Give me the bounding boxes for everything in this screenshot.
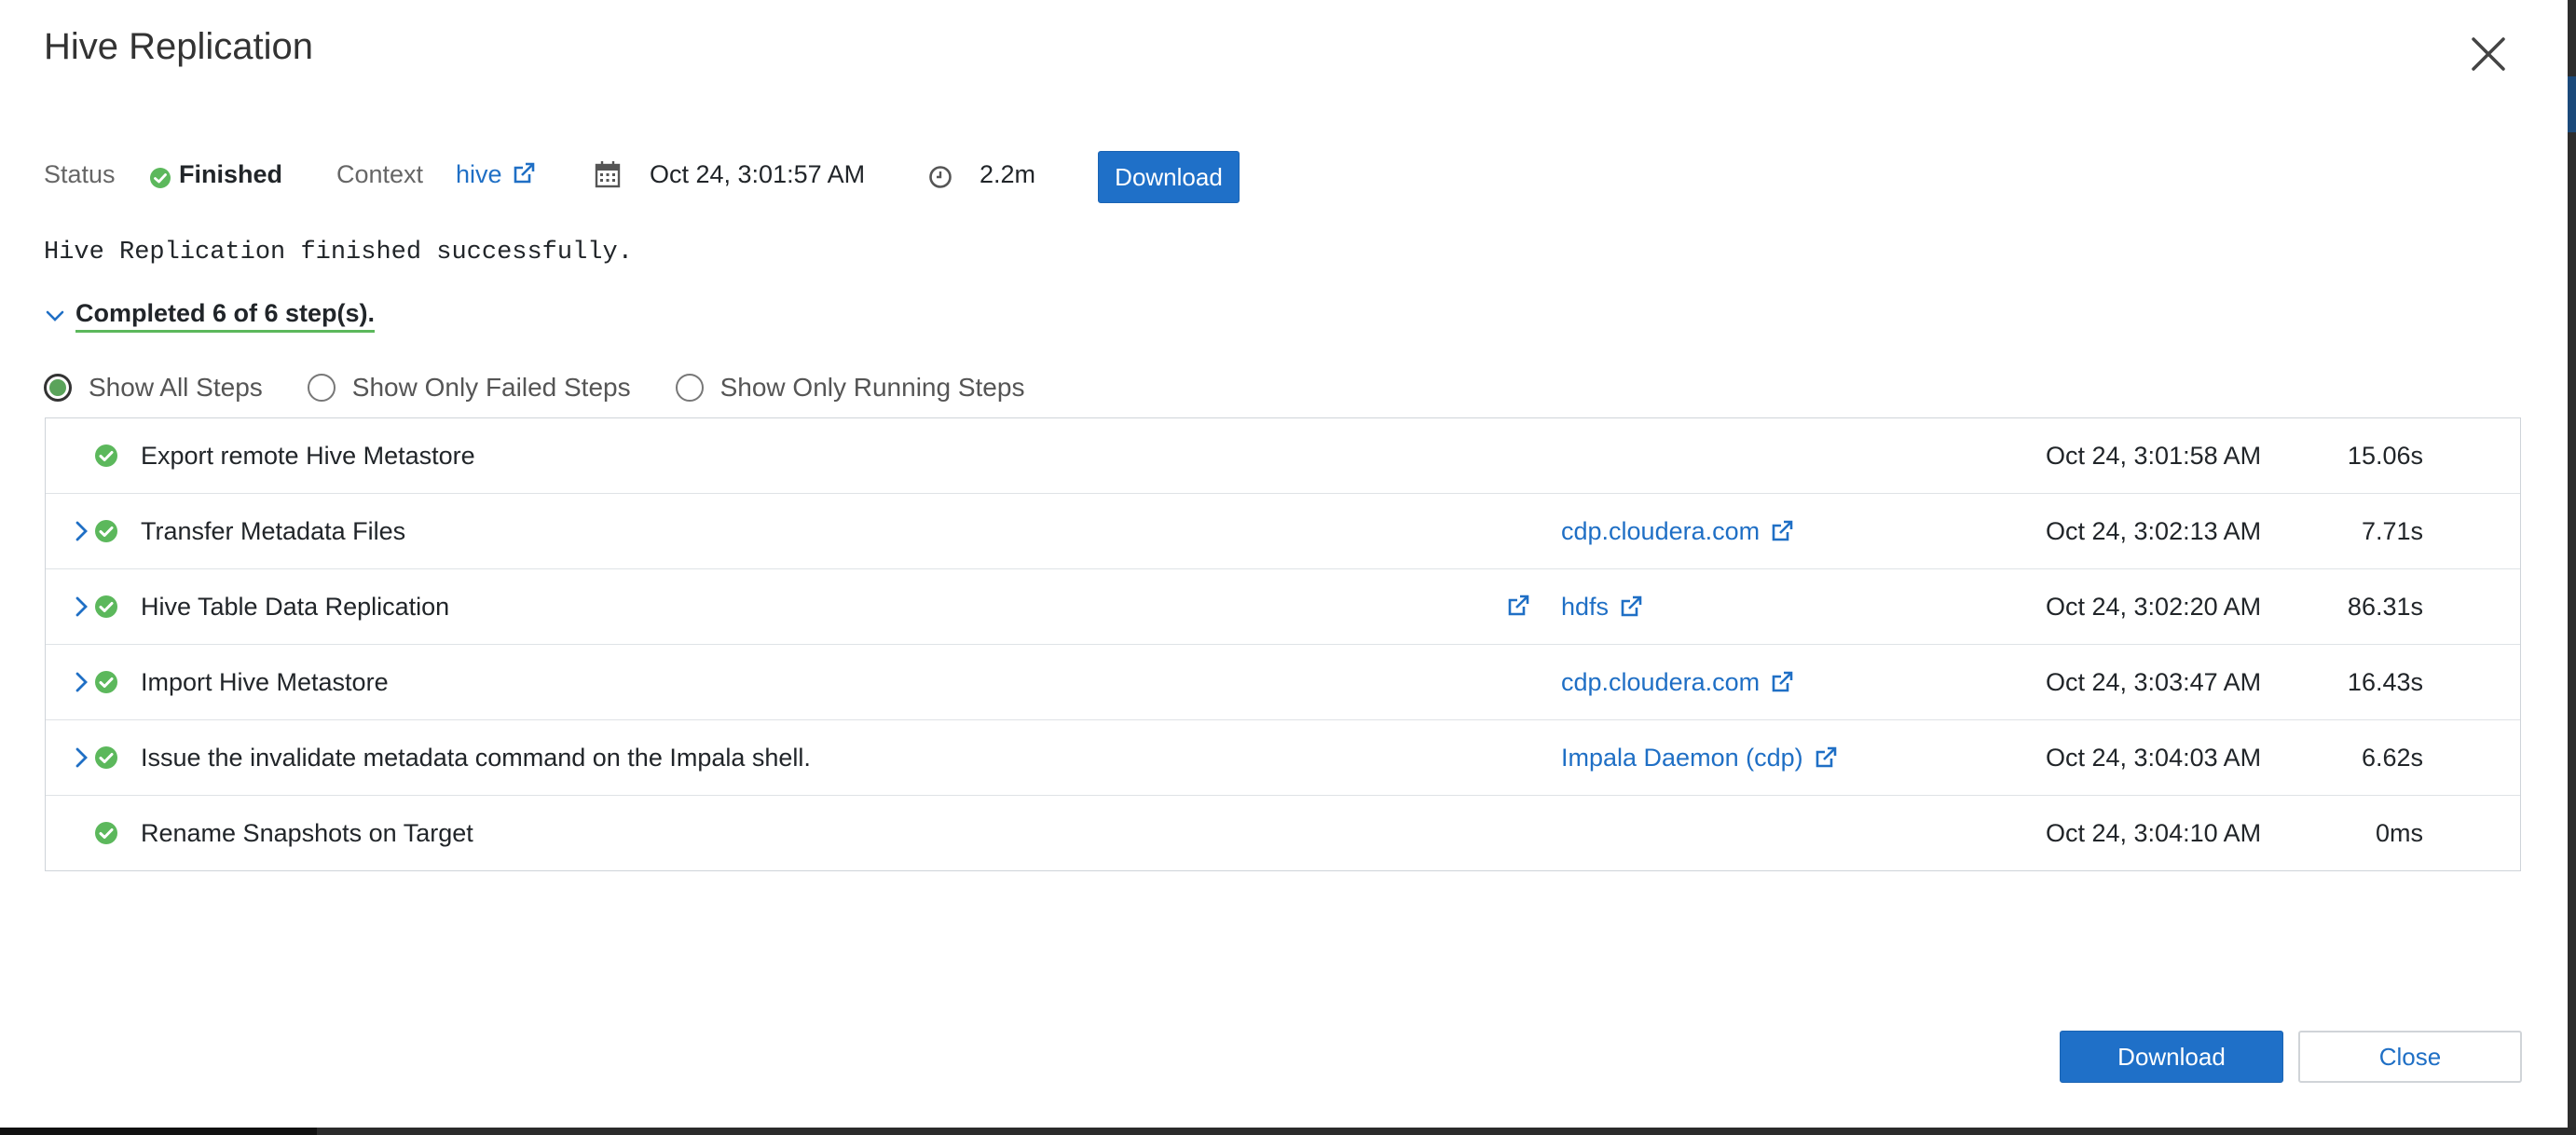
result-message: Hive Replication finished successfully. bbox=[44, 239, 633, 267]
step-filter-group: Show All Steps Show Only Failed Steps Sh… bbox=[44, 369, 1069, 406]
steps-summary[interactable]: Completed 6 of 6 step(s). bbox=[44, 296, 376, 335]
summary-text: Completed 6 of 6 step(s). bbox=[75, 299, 376, 333]
table-row: Transfer Metadata Files cdp.cloudera.com… bbox=[46, 494, 2520, 569]
filter-running-label: Show Only Running Steps bbox=[719, 373, 1025, 402]
status-value: Finished bbox=[179, 160, 283, 188]
step-duration: 15.06s bbox=[2347, 442, 2423, 470]
success-icon bbox=[94, 670, 118, 694]
step-context-link[interactable]: cdp.cloudera.com bbox=[1561, 645, 1795, 719]
chevron-down-icon bbox=[46, 310, 64, 321]
success-icon bbox=[94, 444, 118, 468]
table-row: Export remote Hive Metastore Oct 24, 3:0… bbox=[46, 418, 2520, 494]
step-name: Hive Table Data Replication bbox=[141, 593, 450, 621]
table-row: Hive Table Data Replication hdfs Oct 24,… bbox=[46, 569, 2520, 645]
context-label: Context bbox=[336, 160, 424, 188]
step-time: Oct 24, 3:03:47 AM bbox=[2046, 668, 2262, 696]
step-context-link[interactable]: Impala Daemon (cdp) bbox=[1561, 720, 1839, 795]
step-time: Oct 24, 3:04:10 AM bbox=[2046, 819, 2262, 847]
step-name: Transfer Metadata Files bbox=[141, 517, 406, 545]
duration-value: 2.2m bbox=[980, 160, 1036, 188]
radio-icon bbox=[675, 374, 704, 402]
table-row: Rename Snapshots on Target Oct 24, 3:04:… bbox=[46, 796, 2520, 870]
external-link-icon[interactable] bbox=[511, 159, 537, 197]
chevron-right-icon[interactable] bbox=[72, 669, 92, 695]
steps-table: Export remote Hive Metastore Oct 24, 3:0… bbox=[45, 417, 2521, 871]
success-icon bbox=[94, 745, 118, 770]
dialog-title: Hive Replication bbox=[44, 26, 314, 67]
status-label: Status bbox=[44, 160, 116, 188]
radio-icon bbox=[307, 374, 336, 402]
success-icon bbox=[94, 821, 118, 845]
step-duration: 86.31s bbox=[2347, 593, 2423, 621]
download-button-top[interactable]: Download bbox=[1098, 151, 1240, 203]
context-value: hive bbox=[456, 160, 502, 188]
step-context-link[interactable]: cdp.cloudera.com bbox=[1561, 494, 1795, 568]
external-link-icon bbox=[1772, 520, 1793, 541]
calendar-icon bbox=[595, 160, 621, 198]
step-name: Rename Snapshots on Target bbox=[141, 819, 473, 847]
step-context-text: cdp.cloudera.com bbox=[1561, 668, 1761, 696]
close-icon[interactable] bbox=[2468, 34, 2509, 75]
step-duration: 16.43s bbox=[2347, 668, 2423, 696]
step-time: Oct 24, 3:01:58 AM bbox=[2046, 442, 2262, 470]
filter-all-label: Show All Steps bbox=[89, 373, 263, 402]
success-icon bbox=[94, 519, 118, 543]
step-time: Oct 24, 3:04:03 AM bbox=[2046, 744, 2262, 772]
external-link-icon bbox=[1816, 746, 1836, 768]
context-link[interactable]: hive bbox=[456, 156, 502, 193]
background-edge-bottom bbox=[0, 1128, 2576, 1135]
filter-all-steps[interactable]: Show All Steps bbox=[44, 373, 263, 403]
success-icon bbox=[94, 595, 118, 619]
step-context-text: cdp.cloudera.com bbox=[1561, 517, 1761, 545]
step-time: Oct 24, 3:02:20 AM bbox=[2046, 593, 2262, 621]
step-duration: 6.62s bbox=[2361, 744, 2423, 772]
table-row: Issue the invalidate metadata command on… bbox=[46, 720, 2520, 796]
download-button[interactable]: Download bbox=[2060, 1031, 2283, 1083]
step-name: Issue the invalidate metadata command on… bbox=[141, 744, 811, 772]
step-context-text: Impala Daemon (cdp) bbox=[1561, 744, 1803, 772]
hive-replication-dialog: Hive Replication Status Finished Context… bbox=[0, 0, 2568, 1128]
step-time: Oct 24, 3:02:13 AM bbox=[2046, 517, 2262, 545]
step-duration: 7.71s bbox=[2361, 517, 2423, 545]
filter-failed-label: Show Only Failed Steps bbox=[351, 373, 631, 402]
step-duration: 0ms bbox=[2375, 819, 2423, 847]
background-edge bbox=[2568, 0, 2576, 1135]
chevron-right-icon[interactable] bbox=[72, 594, 92, 620]
chevron-right-icon[interactable] bbox=[72, 518, 92, 544]
filter-running-steps[interactable]: Show Only Running Steps bbox=[675, 373, 1025, 403]
clock-icon bbox=[928, 162, 952, 199]
table-row: Import Hive Metastore cdp.cloudera.com O… bbox=[46, 645, 2520, 720]
step-name: Export remote Hive Metastore bbox=[141, 442, 475, 470]
external-link-icon[interactable] bbox=[1505, 593, 1531, 619]
step-context-link[interactable]: hdfs bbox=[1561, 569, 1644, 644]
close-button[interactable]: Close bbox=[2298, 1031, 2522, 1083]
status-ok-icon bbox=[149, 162, 171, 199]
external-link-icon bbox=[1772, 671, 1793, 692]
step-context-text: hdfs bbox=[1561, 593, 1610, 621]
external-link-icon bbox=[1621, 595, 1642, 617]
step-name: Import Hive Metastore bbox=[141, 668, 389, 696]
radio-selected-icon bbox=[44, 374, 72, 402]
start-time: Oct 24, 3:01:57 AM bbox=[650, 160, 866, 188]
chevron-right-icon[interactable] bbox=[72, 745, 92, 771]
filter-failed-steps[interactable]: Show Only Failed Steps bbox=[307, 373, 631, 403]
